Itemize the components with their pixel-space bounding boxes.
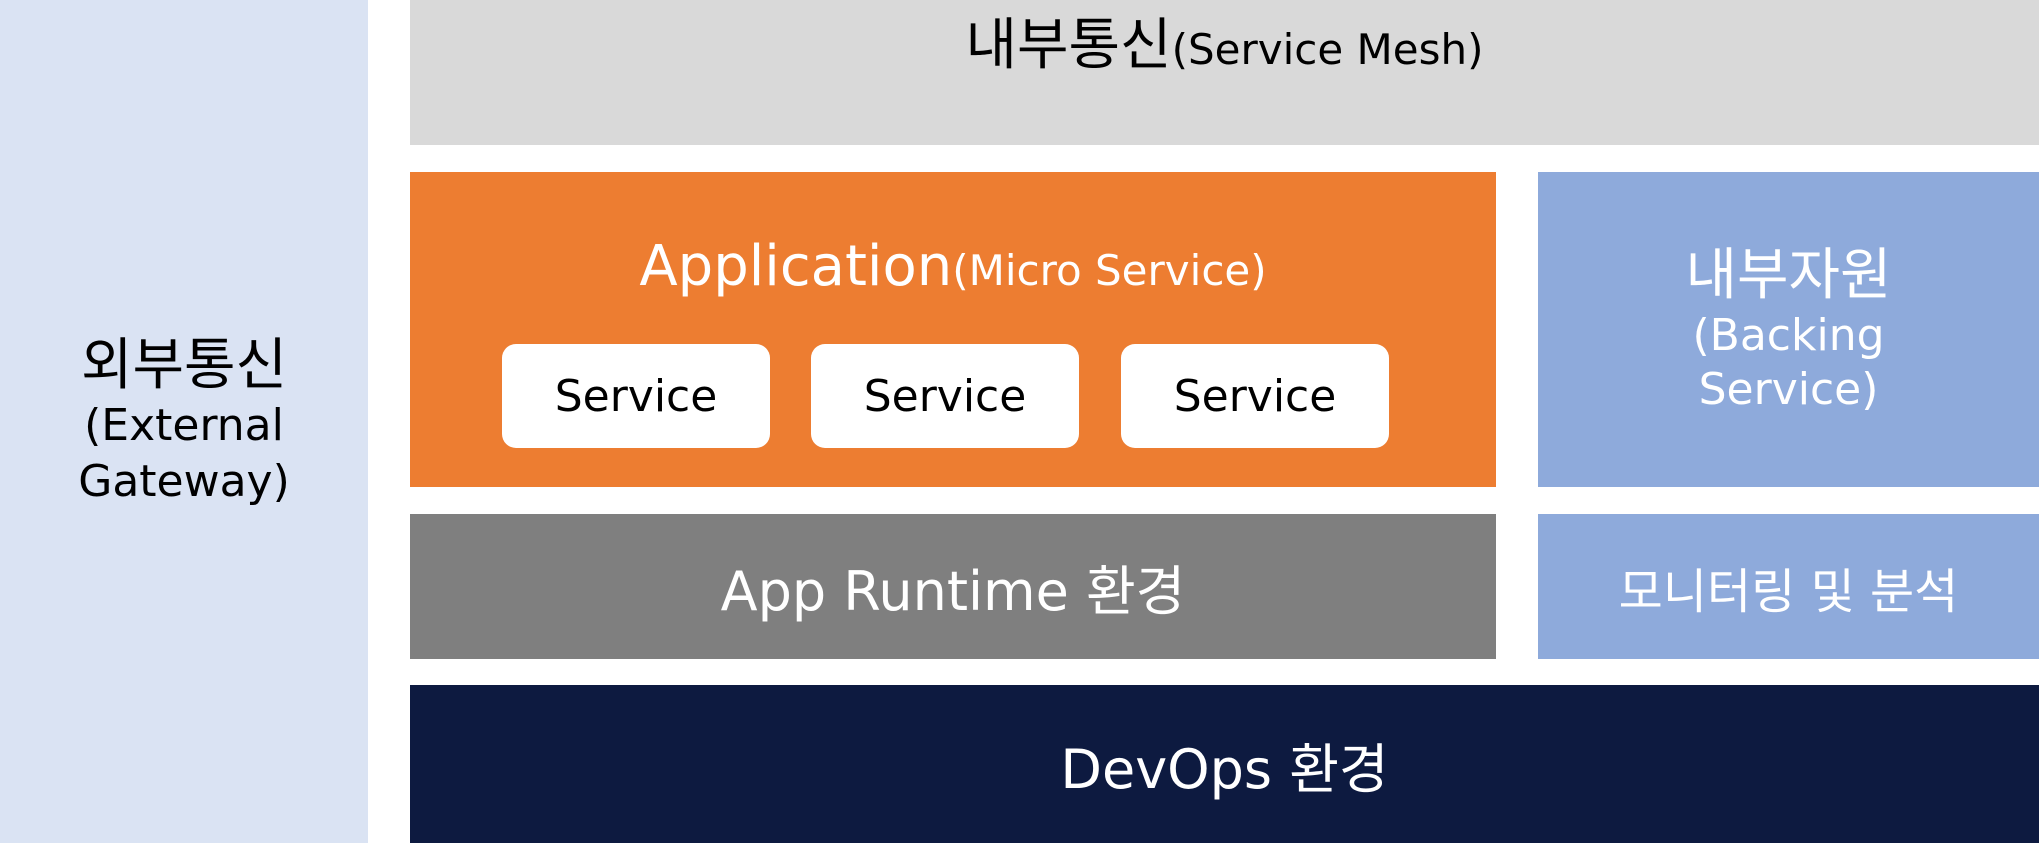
application-title: Application (Micro Service): [639, 234, 1266, 299]
backing-service-sub-line1: (Backing: [1692, 309, 1885, 361]
external-gateway-sub-line2: Gateway): [78, 455, 290, 507]
service-mesh-sub: (Service Mesh): [1171, 25, 1484, 74]
application-label: Application: [639, 234, 953, 299]
monitoring-label: 모니터링 및 분석: [1618, 563, 1959, 620]
external-gateway-sub-line1: (External: [84, 399, 284, 451]
external-gateway-block: 외부통신 (External Gateway): [0, 0, 368, 843]
external-gateway-label: 외부통신: [80, 332, 288, 398]
application-sub: (Micro Service): [952, 246, 1267, 295]
app-runtime-block: App Runtime 환경: [410, 514, 1496, 659]
backing-service-sub-line2: Service): [1698, 363, 1879, 415]
devops-block: DevOps 환경: [410, 685, 2039, 843]
backing-service-label: 내부자원: [1685, 242, 1892, 308]
monitoring-block: 모니터링 및 분석: [1538, 514, 2039, 659]
service-box-1: Service: [502, 344, 770, 448]
service-box-3: Service: [1121, 344, 1389, 448]
devops-label: DevOps 환경: [1060, 737, 1389, 801]
service-mesh-block: 내부통신 (Service Mesh): [410, 0, 2039, 145]
service-mesh-label: 내부통신: [965, 13, 1172, 78]
app-runtime-label: App Runtime 환경: [720, 560, 1186, 623]
backing-service-block: 내부자원 (Backing Service): [1538, 172, 2039, 487]
service-box-2: Service: [811, 344, 1079, 448]
